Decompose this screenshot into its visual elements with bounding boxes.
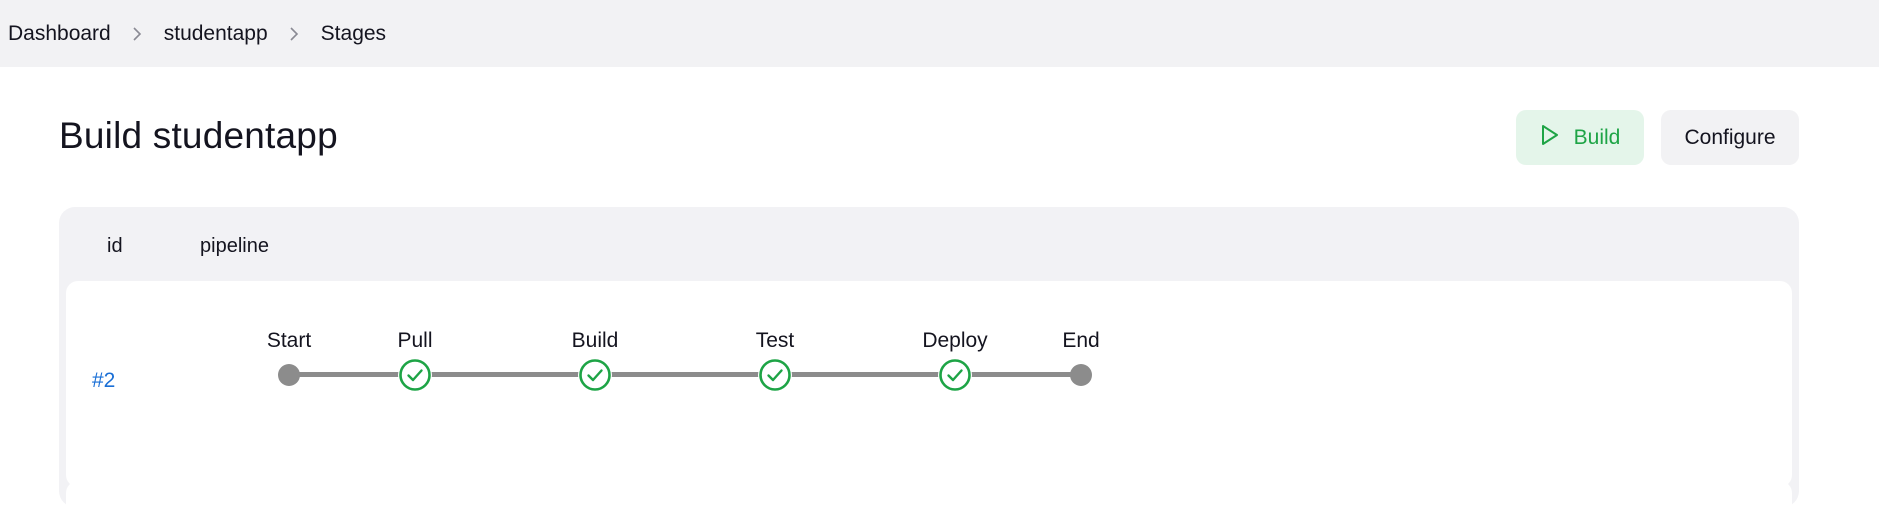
table-row: #2 Start Pull Build Test Deploy End [66,281,1792,487]
start-node [278,364,300,386]
play-icon [1540,124,1574,152]
pipeline-connector [955,372,1081,377]
stage-label-pull: Pull [397,329,433,352]
breadcrumb-item-dashboard[interactable]: Dashboard [8,22,111,46]
stage-label-end: End [1062,329,1100,352]
build-button-label: Build [1573,125,1621,149]
build-button[interactable]: Build [1516,110,1644,165]
breadcrumb: Dashboard studentapp Stages [0,0,1879,67]
stage-label-deploy: Deploy [922,329,988,352]
chevron-right-icon [268,26,321,41]
breadcrumb-item-stages[interactable]: Stages [321,22,386,46]
pipeline-connector [775,372,955,377]
pipeline-connector [289,372,415,377]
stage-label-test: Test [755,329,795,352]
column-header-id: id [107,235,123,257]
pipeline-graph: Start Pull Build Test Deploy End [66,281,1792,487]
stage-success-icon[interactable] [758,358,792,392]
pipeline-connector [595,372,775,377]
pipeline-connector [415,372,595,377]
stages-table: id pipeline #2 Start Pull Build Test Dep… [59,207,1799,521]
breadcrumb-item-studentapp[interactable]: studentapp [164,22,268,46]
end-node [1070,364,1092,386]
page-title: Build studentapp [59,115,338,156]
column-header-pipeline: pipeline [200,235,269,257]
stage-success-icon[interactable] [938,358,972,392]
chevron-right-icon [111,26,164,41]
stage-success-icon[interactable] [398,358,432,392]
table-row [66,481,1792,521]
stage-label-build: Build [571,329,619,352]
configure-button[interactable]: Configure [1661,110,1799,165]
stage-label-start: Start [266,329,312,352]
stage-success-icon[interactable] [578,358,612,392]
